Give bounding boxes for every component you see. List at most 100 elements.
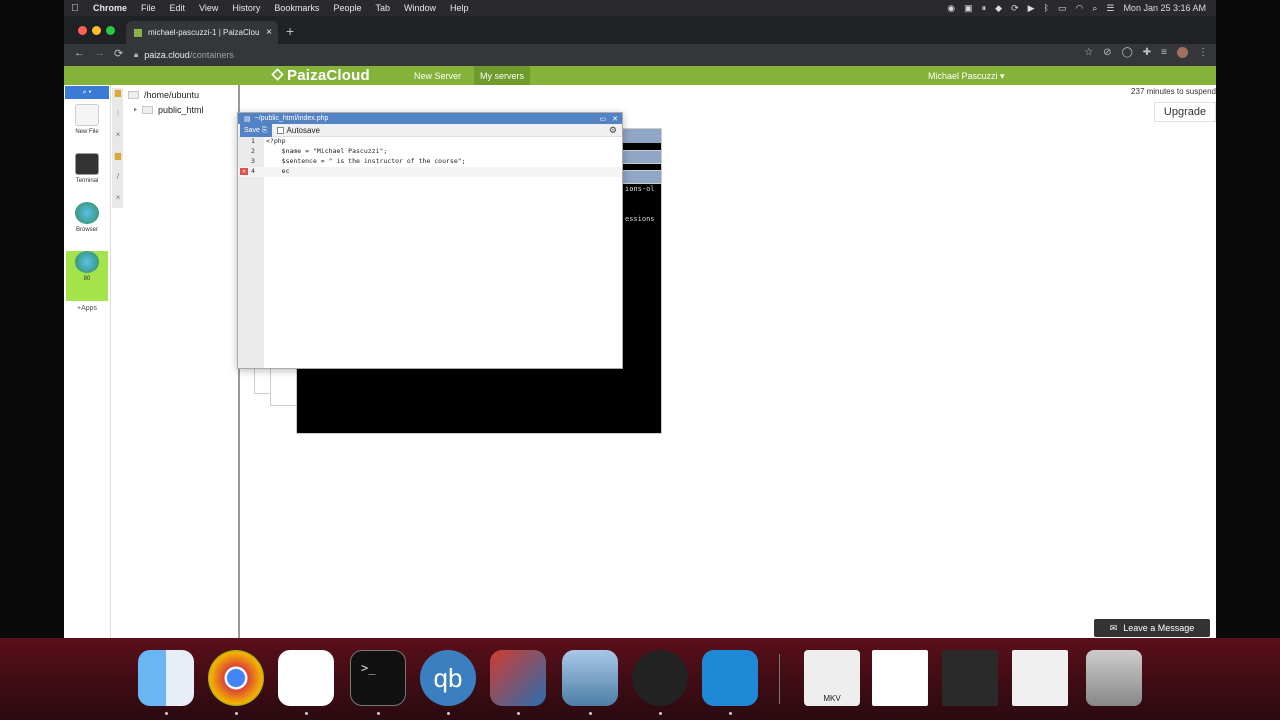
suspend-timer: 237 minutes to suspend	[1131, 87, 1216, 96]
code-line[interactable]: 3 $sentence = " is the instructor of the…	[238, 157, 622, 167]
port-80-app[interactable]: 80	[66, 251, 108, 301]
control-center-icon[interactable]: ☰	[1106, 3, 1114, 14]
zoom-window-button[interactable]	[106, 26, 115, 35]
maximize-icon[interactable]: ▭	[600, 115, 607, 123]
screenshot-thumbnail-icon[interactable]	[1012, 650, 1068, 706]
qbittorrent-icon[interactable]: qb	[420, 650, 476, 706]
tab-close-icon[interactable]: ×	[266, 27, 272, 38]
running-indicator	[589, 712, 592, 715]
save-button[interactable]: Save ⎘	[240, 123, 272, 137]
menu-edit[interactable]: Edit	[163, 3, 193, 13]
vscode-icon[interactable]	[702, 650, 758, 706]
lock-icon[interactable]: 🔒︎	[134, 50, 138, 60]
remote-desktop-icon[interactable]	[490, 650, 546, 706]
file-icon: ▤	[244, 115, 251, 123]
spotlight-icon[interactable]: ⌕	[1092, 3, 1097, 14]
apple-icon[interactable]: 	[64, 3, 86, 14]
pause-status-icon[interactable]: ⏸	[982, 3, 987, 14]
add-apps-button[interactable]: +Apps	[64, 305, 110, 312]
pin-icon[interactable]: ᛁ	[112, 109, 124, 118]
clock[interactable]: Mon Jan 25 3:16 AM	[1123, 3, 1206, 13]
browser-app[interactable]: Browser	[66, 202, 108, 246]
new-file-app[interactable]: New File	[66, 104, 108, 148]
code-line[interactable]: 1 <?php	[238, 137, 622, 147]
menu-kebab-icon[interactable]: ⋮	[1198, 47, 1208, 58]
terminal-app[interactable]: Terminal	[66, 153, 108, 197]
nav-new-server[interactable]: New Server	[414, 71, 461, 81]
paizacloud-logo[interactable]: PaizaCloud	[271, 67, 370, 84]
editor-body[interactable]: 1 <?php 2 $name = "Michael Pascuzzi"; 3 …	[238, 137, 622, 368]
menu-view[interactable]: View	[192, 3, 225, 13]
play-status-icon[interactable]: ▶	[1028, 3, 1035, 14]
bookmark-star-icon[interactable]: ☆	[1084, 47, 1093, 58]
gear-icon[interactable]: ⚙	[609, 125, 617, 136]
menu-file[interactable]: File	[134, 3, 163, 13]
user-name: Michael Pascuzzi	[928, 71, 998, 81]
folder-icon[interactable]: ▆	[112, 88, 124, 97]
error-marker-icon[interactable]: ✕	[240, 168, 248, 175]
battery-icon[interactable]: ▭	[1058, 3, 1067, 14]
menu-help[interactable]: Help	[443, 3, 476, 13]
minimize-window-button[interactable]	[92, 26, 101, 35]
vlc-mkv-file-icon[interactable]: MKV	[804, 650, 860, 706]
close-icon[interactable]: ×	[112, 130, 124, 139]
nav-my-servers[interactable]: My servers	[474, 66, 531, 85]
leave-message-button[interactable]: ✉ Leave a Message	[1094, 619, 1210, 637]
forward-icon[interactable]: →	[94, 47, 105, 59]
close-window-button[interactable]	[78, 26, 87, 35]
menu-people[interactable]: People	[326, 3, 368, 13]
preview-icon[interactable]	[562, 650, 618, 706]
code-line[interactable]: 2 $name = "Michael Pascuzzi";	[238, 147, 622, 157]
close-icon[interactable]: ×	[112, 193, 124, 202]
profile-avatar-icon[interactable]	[1177, 47, 1188, 58]
menu-bookmarks[interactable]: Bookmarks	[267, 3, 326, 13]
extension-icon[interactable]: ◯	[1122, 47, 1133, 58]
folder-icon[interactable]: ▆	[112, 151, 124, 160]
extension-icon[interactable]: ⊘	[1103, 47, 1111, 58]
back-icon[interactable]: ←	[74, 47, 85, 59]
cube-logo-icon	[271, 68, 284, 81]
code-text: <?php	[266, 137, 286, 145]
screenshot-thumbnail-icon[interactable]	[872, 650, 928, 706]
menu-window[interactable]: Window	[397, 3, 443, 13]
obs-icon[interactable]	[632, 650, 688, 706]
sync-icon[interactable]: ⟳	[1011, 3, 1019, 14]
trash-icon[interactable]	[1086, 650, 1142, 706]
globe-icon	[75, 202, 99, 224]
tree-root[interactable]: /home/ubuntu	[128, 87, 204, 102]
code-editor-window[interactable]: ▤ ~/public_html/index.php ▭ ✕ Save ⎘ Aut…	[237, 112, 623, 369]
dropbox-icon[interactable]: ◆	[995, 3, 1002, 14]
upgrade-button[interactable]: Upgrade	[1154, 102, 1216, 122]
obs-status-icon[interactable]: ◉	[947, 3, 955, 14]
bluetooth-icon[interactable]: ᛒ	[1044, 3, 1049, 13]
menu-app-name[interactable]: Chrome	[86, 3, 134, 13]
record-status-icon[interactable]: ▣	[964, 3, 973, 14]
tree-item-public-html[interactable]: ▸ public_html	[128, 102, 204, 117]
pin-icon[interactable]: /	[112, 172, 124, 181]
terminal-icon[interactable]: >_	[350, 650, 406, 706]
menu-history[interactable]: History	[225, 3, 267, 13]
browser-tab[interactable]: michael-pascuzzi-1 | PaizaClou ×	[126, 21, 278, 44]
chrome-icon[interactable]	[208, 650, 264, 706]
stacked-window-header[interactable]	[622, 170, 662, 184]
reading-list-icon[interactable]: ≡	[1161, 47, 1167, 58]
code-line-active[interactable]: ✕ 4 ec	[238, 167, 622, 177]
close-icon[interactable]: ✕	[612, 115, 618, 123]
folder-icon	[142, 105, 154, 114]
caret-right-icon[interactable]: ▸	[134, 106, 137, 113]
reload-icon[interactable]: ⟳	[114, 47, 123, 60]
wifi-icon[interactable]: ◠	[1075, 3, 1083, 14]
slack-icon[interactable]	[278, 650, 334, 706]
user-menu[interactable]: Michael Pascuzzi ▾	[928, 71, 1005, 82]
editor-title-bar[interactable]: ▤ ~/public_html/index.php ▭ ✕	[238, 113, 622, 124]
address-bar[interactable]: 🔒︎ paiza.cloud/containers	[134, 46, 1142, 64]
stacked-window-header[interactable]	[622, 150, 662, 164]
autosave-checkbox[interactable]	[276, 126, 284, 134]
launcher-menu-button[interactable]: ⌕ ▾	[65, 86, 109, 99]
extensions-puzzle-icon[interactable]: ✚	[1143, 47, 1151, 58]
finder-icon[interactable]	[138, 650, 194, 706]
autosave-toggle[interactable]: Autosave	[276, 126, 320, 135]
screenshot-thumbnail-icon[interactable]	[942, 650, 998, 706]
menu-tab[interactable]: Tab	[368, 3, 397, 13]
new-tab-icon[interactable]: +	[286, 23, 294, 39]
